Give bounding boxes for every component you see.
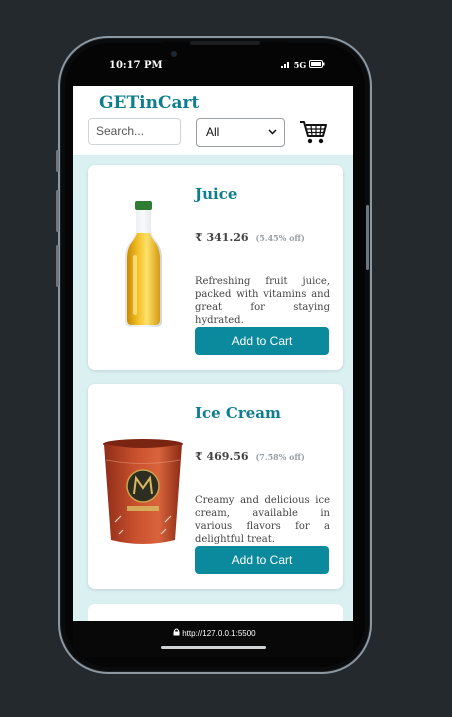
cart-icon[interactable]: [299, 119, 327, 145]
volume-down-button: [56, 245, 59, 287]
category-select[interactable]: All: [196, 118, 285, 147]
search-input[interactable]: Search...: [88, 118, 181, 145]
add-to-cart-button[interactable]: Add to Cart: [195, 327, 329, 355]
product-card-partial: [88, 604, 343, 621]
product-price: ₹ 341.26: [195, 231, 249, 244]
category-select-value: All: [206, 125, 220, 139]
volume-up-button: [56, 190, 59, 232]
juice-image: [101, 195, 186, 335]
discount-label: (5.45% off): [255, 233, 305, 243]
product-card-juice: Juice ₹ 341.26 (5.45% off) Refreshing fr…: [88, 165, 343, 370]
mute-switch: [56, 150, 59, 172]
add-to-cart-button[interactable]: Add to Cart: [195, 546, 329, 574]
browser-url-bar: http://127.0.0.1:5500: [73, 621, 353, 657]
url-text: http://127.0.0.1:5500: [182, 629, 256, 638]
product-price: ₹ 469.56: [195, 450, 249, 463]
status-time: 10:17 PM: [109, 60, 163, 71]
ice-cream-image: [101, 414, 186, 554]
network-label: 5G: [293, 60, 307, 70]
chevron-down-icon: [268, 119, 277, 146]
url-display[interactable]: http://127.0.0.1:5500: [173, 628, 256, 638]
status-bar: 10:17 PM 5G: [73, 52, 353, 86]
product-name[interactable]: Juice: [195, 185, 237, 203]
power-button: [366, 205, 369, 270]
discount-label: (7.58% off): [255, 452, 305, 462]
product-card-ice-cream: Ice Cream ₹ 469.56 (7.58% off) Creamy an…: [88, 384, 343, 589]
signal-icon: [281, 60, 294, 70]
product-name[interactable]: Ice Cream: [195, 404, 281, 422]
app-screen: GETinCart Search... All Juice ₹ 341.26 (…: [73, 86, 353, 621]
lock-icon: [173, 628, 182, 638]
app-header: GETinCart Search... All: [73, 86, 353, 155]
speaker-grille: [190, 41, 260, 45]
price-row: ₹ 341.26 (5.45% off): [195, 231, 305, 244]
home-indicator[interactable]: [161, 646, 266, 649]
battery-icon: [309, 60, 325, 70]
status-indicators: 5G: [281, 60, 325, 70]
product-description: Refreshing fruit juice, packed with vita…: [195, 276, 330, 326]
price-row: ₹ 469.56 (7.58% off): [195, 450, 305, 463]
product-description: Creamy and delicious ice cream, availabl…: [195, 495, 330, 545]
brand-logo[interactable]: GETinCart: [99, 93, 199, 113]
